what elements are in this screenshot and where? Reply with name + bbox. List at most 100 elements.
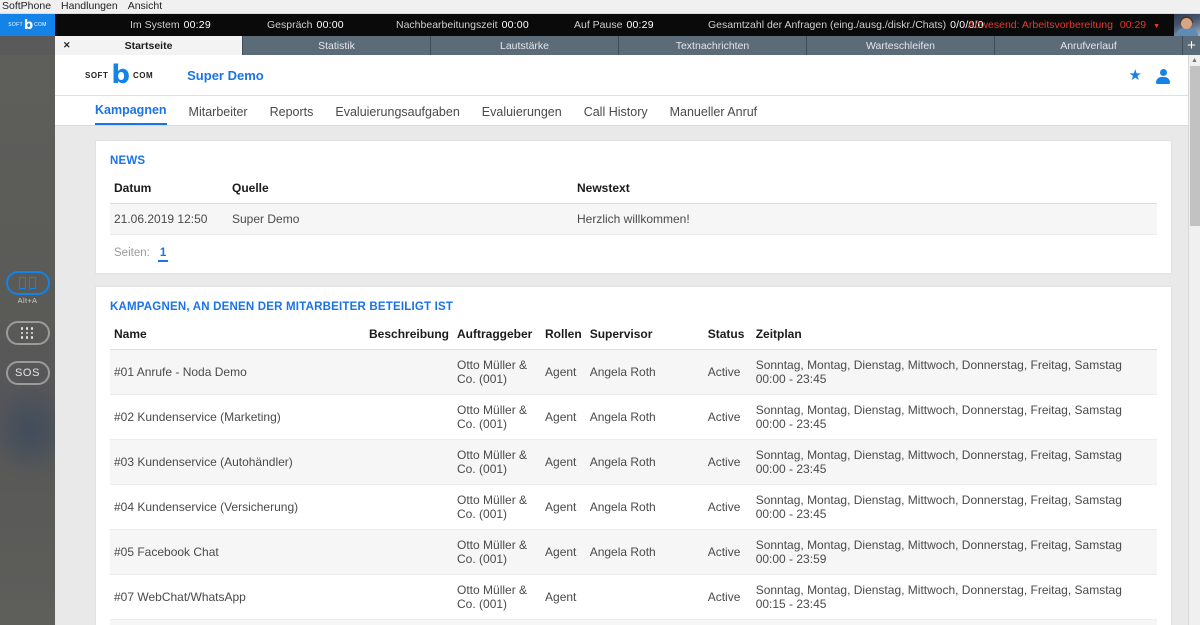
cell-name: #02 Kundenservice (Marketing) bbox=[110, 394, 365, 440]
tab-warteschleifen[interactable]: Warteschleifen bbox=[807, 36, 995, 55]
organization-name: Super Demo bbox=[187, 67, 264, 83]
cell-rollen: Agent bbox=[541, 574, 586, 620]
cell-name: #08 Customer hotline (Webinar - Video) (… bbox=[110, 619, 365, 625]
cell-status: Active bbox=[703, 529, 752, 575]
col-beschreibung[interactable]: Beschreibung bbox=[365, 323, 454, 350]
table-row[interactable]: #05 Facebook Chat Otto Müller & Co. (001… bbox=[110, 529, 1157, 575]
softbcom-logo: SOFT b COM bbox=[85, 62, 154, 88]
news-row[interactable]: 21.06.2019 12:50 Super Demo Herzlich wil… bbox=[110, 203, 1157, 235]
logo-com-text: COM bbox=[132, 70, 154, 80]
cell-rollen: Agent bbox=[541, 484, 586, 530]
tab-label: Warteschleifen bbox=[865, 39, 936, 52]
tab-startseite[interactable]: ✕ Startseite bbox=[55, 36, 243, 55]
cell-beschreibung bbox=[365, 349, 454, 395]
header-icons: ★ bbox=[1129, 68, 1170, 84]
cell-zeitplan: Sonntag, Montag, Dienstag, Mittwoch, Don… bbox=[751, 619, 1157, 625]
tab-label: Statistik bbox=[318, 39, 355, 52]
cell-name: #07 WebChat/WhatsApp bbox=[110, 574, 365, 620]
cell-status: Active bbox=[703, 574, 752, 620]
favorites-star-icon[interactable]: ★ bbox=[1129, 68, 1142, 83]
cell-status: Active bbox=[703, 484, 752, 530]
logo-soft-text: SOFT bbox=[8, 22, 23, 28]
cell-beschreibung bbox=[365, 439, 454, 485]
close-icon[interactable]: ✕ bbox=[63, 40, 71, 51]
cell-beschreibung bbox=[365, 619, 454, 625]
scrollbar-track[interactable] bbox=[1190, 226, 1200, 625]
tab-label: Textnachrichten bbox=[675, 39, 750, 52]
dialpad-button[interactable] bbox=[5, 321, 50, 345]
table-row[interactable]: #02 Kundenservice (Marketing) Otto Mülle… bbox=[110, 394, 1157, 440]
metric-gespraech: Gespräch 00:00 bbox=[267, 19, 344, 31]
person-head bbox=[1160, 68, 1167, 76]
metric-nachbearbeitungszeit: Nachbearbeitungszeit 00:00 bbox=[396, 19, 529, 31]
left-sidebar: Alt+A SOS bbox=[0, 55, 55, 625]
cell-rollen: Agent bbox=[541, 529, 586, 575]
sidebar-buttons: Alt+A SOS bbox=[0, 271, 55, 385]
os-menu-ansicht[interactable]: Ansicht bbox=[128, 0, 162, 13]
cell-supervisor bbox=[585, 574, 704, 620]
nav-tab-evaluierungen[interactable]: Evaluierungen bbox=[482, 105, 562, 125]
cell-auftraggeber: Otto Müller & Co. (001) bbox=[453, 349, 542, 395]
avatar-body bbox=[1176, 28, 1198, 36]
cell-status: Active bbox=[703, 394, 752, 440]
cell-auftraggeber: Otto Müller & Co. (001) bbox=[453, 484, 542, 530]
app-header: SOFT b COM Super Demo ★ bbox=[55, 55, 1188, 96]
news-cell-quelle: Super Demo bbox=[228, 203, 573, 235]
col-supervisor[interactable]: Supervisor bbox=[585, 323, 704, 350]
away-status-label: Abwesend: Arbeitsvorbereitung bbox=[967, 19, 1113, 31]
cell-beschreibung bbox=[365, 484, 454, 530]
sos-button[interactable]: SOS bbox=[5, 361, 50, 385]
nav-tab-reports[interactable]: Reports bbox=[270, 105, 314, 125]
news-title: NEWS bbox=[110, 155, 146, 167]
tab-label: Startseite bbox=[124, 39, 173, 52]
tabbar-spacer bbox=[0, 36, 55, 55]
col-rollen[interactable]: Rollen bbox=[541, 323, 586, 350]
col-name[interactable]: Name bbox=[110, 323, 365, 350]
news-pagination: Seiten: 1 bbox=[110, 235, 1157, 269]
softbcom-logo-small: SOFT b COM bbox=[0, 14, 55, 36]
nav-tab-mitarbeiter[interactable]: Mitarbeiter bbox=[189, 105, 248, 125]
rail-gap-2 bbox=[0, 345, 55, 361]
table-row[interactable]: #07 WebChat/WhatsApp Otto Müller & Co. (… bbox=[110, 574, 1157, 620]
nav-tab-kampagnen[interactable]: Kampagnen bbox=[95, 103, 167, 125]
table-row[interactable]: #03 Kundenservice (Autohändler) Otto Mül… bbox=[110, 439, 1157, 485]
os-menu-handlungen[interactable]: Handlungen bbox=[61, 0, 118, 13]
add-tab-button[interactable]: + bbox=[1183, 36, 1200, 55]
table-row[interactable]: #01 Anrufe - Noda Demo Otto Müller & Co.… bbox=[110, 349, 1157, 395]
pagination-page-1[interactable]: 1 bbox=[157, 247, 169, 262]
cell-zeitplan: Sonntag, Montag, Dienstag, Mittwoch, Don… bbox=[751, 394, 1157, 440]
col-auftraggeber[interactable]: Auftraggeber bbox=[453, 323, 542, 350]
cell-beschreibung bbox=[365, 529, 454, 575]
user-avatar[interactable] bbox=[1174, 14, 1200, 36]
agent-status-bar: SOFT b COM Im System 00:29 Gespräch 00:00 … bbox=[0, 14, 1200, 36]
tab-anrufverlauf[interactable]: Anrufverlauf bbox=[995, 36, 1183, 55]
user-profile-icon[interactable] bbox=[1156, 68, 1170, 84]
nav-tab-call-history[interactable]: Call History bbox=[584, 105, 648, 125]
pagination-label: Seiten: bbox=[114, 247, 150, 259]
address-book-button[interactable] bbox=[5, 271, 50, 295]
app-container: SOFT b COM Super Demo ★ Kampagnen Mitarb… bbox=[55, 55, 1188, 625]
content-scroll-area[interactable]: NEWS Datum Quelle Newstext 21.06.2019 12… bbox=[55, 126, 1188, 625]
cell-zeitplan: Sonntag, Montag, Dienstag, Mittwoch, Don… bbox=[751, 349, 1157, 395]
logo-soft-text: SOFT bbox=[85, 70, 109, 80]
nav-tab-manueller-anruf[interactable]: Manueller Anruf bbox=[670, 105, 758, 125]
person-body bbox=[1156, 76, 1170, 84]
col-zeitplan[interactable]: Zeitplan bbox=[751, 323, 1157, 350]
tab-textnachrichten[interactable]: Textnachrichten bbox=[619, 36, 807, 55]
col-status[interactable]: Status bbox=[703, 323, 752, 350]
cell-supervisor: Angela Roth bbox=[585, 439, 704, 485]
window-scrollbar[interactable]: ▲ bbox=[1188, 55, 1200, 625]
cell-auftraggeber: Otto Müller & Co. (001) bbox=[453, 529, 542, 575]
tab-lautstaerke[interactable]: Lautstärke bbox=[431, 36, 619, 55]
news-col-datum: Datum bbox=[110, 177, 228, 204]
os-menu-softphone[interactable]: SoftPhone bbox=[2, 0, 51, 13]
away-status-dropdown[interactable]: Abwesend: Arbeitsvorbereitung 00:29 ▼ bbox=[968, 19, 1160, 31]
dialpad-icon bbox=[21, 327, 34, 339]
cell-supervisor: Angela Roth bbox=[585, 484, 704, 530]
table-row[interactable]: #08 Customer hotline (Webinar - Video) (… bbox=[110, 619, 1157, 625]
tab-statistik[interactable]: Statistik bbox=[243, 36, 431, 55]
nav-tab-evaluierungsaufgaben[interactable]: Evaluierungsaufgaben bbox=[335, 105, 459, 125]
scrollbar-thumb[interactable] bbox=[1190, 66, 1200, 226]
table-row[interactable]: #04 Kundenservice (Versicherung) Otto Mü… bbox=[110, 484, 1157, 530]
scroll-up-arrow[interactable]: ▲ bbox=[1189, 55, 1200, 66]
